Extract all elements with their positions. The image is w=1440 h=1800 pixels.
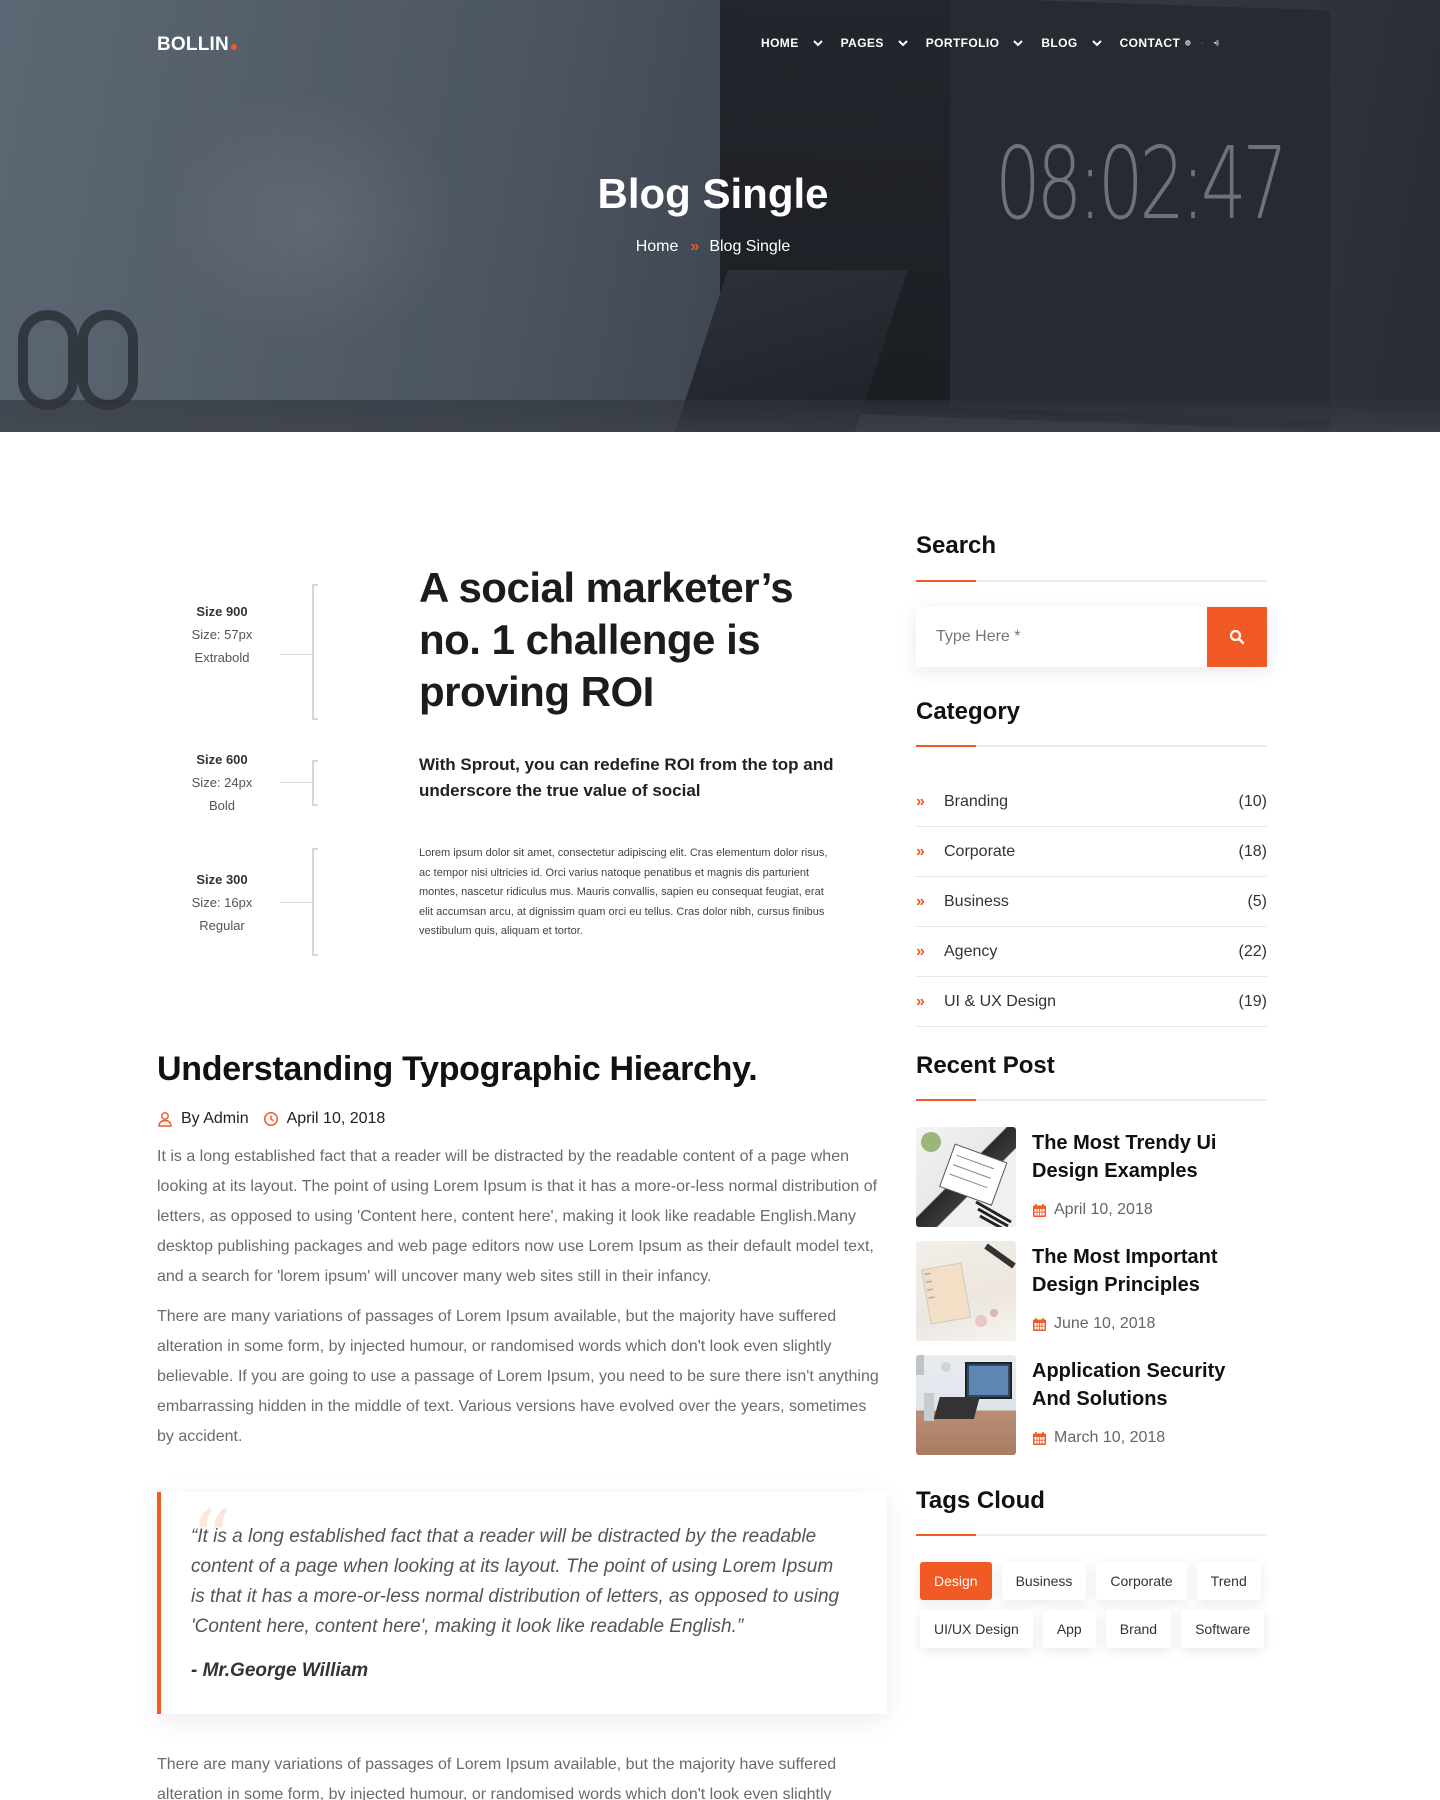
figure-subheading-sample: With Sprout, you can redefine ROI from t… (419, 755, 834, 800)
figure-heading-sample: A social marketer’s no. 1 challenge is p… (419, 564, 794, 715)
user-icon (158, 1112, 172, 1127)
recent-post-date: March 10, 2018 (1032, 1429, 1165, 1447)
page-title: Blog Single (597, 170, 829, 217)
chevron-down-icon (898, 40, 908, 47)
tag-trend[interactable]: Trend (1196, 1562, 1261, 1600)
recent-post-widget-title: Recent Post (916, 1052, 1055, 1079)
chevron-down-icon (812, 40, 823, 47)
post-meta: By Admin April 10, 2018 (157, 1110, 399, 1128)
category-widget-title: Category (916, 698, 1021, 725)
search-form (916, 607, 1267, 667)
tag-software[interactable]: Software (1181, 1610, 1265, 1648)
chevron-down-icon (1091, 40, 1102, 47)
figure-label-300: Size 300 Size: 16px Regular (191, 872, 253, 933)
widget-divider (916, 1534, 1267, 1536)
calendar-icon (1033, 1317, 1046, 1331)
recent-post-thumbnail[interactable] (916, 1241, 1016, 1341)
recent-post-item[interactable]: The Most Important Design Principles Jun… (916, 1241, 1267, 1341)
post-blockquote: “ “It is a long established fact that a … (157, 1492, 887, 1714)
top-navigation: BOLLIN HOME PAGES PORTFOLIO BLOG CONTACT (0, 0, 1440, 90)
menu-item-blog[interactable]: BLOG (1041, 36, 1103, 50)
clock-icon (263, 1111, 278, 1127)
double-chevron-right-icon: » (916, 792, 925, 810)
recent-post-title[interactable]: The Most Important Design Principles (1032, 1243, 1267, 1299)
double-chevron-right-icon: » (916, 992, 925, 1010)
site-logo[interactable]: BOLLIN (157, 34, 237, 56)
post-author[interactable]: By Admin (157, 1110, 249, 1128)
menu-item-pages[interactable]: PAGES (841, 36, 910, 50)
chevron-down-icon[interactable] (1201, 36, 1203, 50)
double-chevron-right-icon: » (916, 842, 925, 860)
quote-text: “It is a long established fact that a re… (191, 1526, 840, 1637)
post-paragraph-2: There are many variations of passages of… (157, 1308, 879, 1445)
category-list: » Branding (10) » Corporate (18) » Busin… (916, 777, 1267, 1027)
category-item-business[interactable]: » Business (5) (916, 877, 1267, 927)
tag-design[interactable]: Design (920, 1562, 992, 1600)
double-chevron-right-icon: » (690, 238, 699, 255)
search-icon (1229, 629, 1245, 645)
tag-corporate[interactable]: Corporate (1096, 1562, 1187, 1600)
search-widget-title: Search (916, 532, 997, 559)
nav-utilities (1185, 36, 1219, 50)
tags-widget-title: Tags Cloud (916, 1487, 1045, 1514)
figure-body-sample: Lorem ipsum dolor sit amet, consectetur … (419, 847, 828, 937)
tag-ui-ux-design[interactable]: UI/UX Design (920, 1610, 1033, 1648)
widget-divider (916, 1099, 1267, 1101)
figure-label-900: Size 900 Size: 57px Extrabold (191, 604, 253, 665)
figure-label-600: Size 600 Size: 24px Bold (191, 752, 253, 813)
tag-business[interactable]: Business (1001, 1562, 1087, 1600)
logo-dot (230, 44, 237, 50)
recent-post-date: April 10, 2018 (1032, 1201, 1153, 1219)
post-date: April 10, 2018 (263, 1110, 385, 1128)
recent-post-title[interactable]: The Most Trendy Ui Design Examples (1032, 1129, 1267, 1185)
category-item-branding[interactable]: » Branding (10) (916, 777, 1267, 827)
recent-post-item[interactable]: The Most Trendy Ui Design Examples April… (916, 1127, 1267, 1227)
search-button[interactable] (1207, 607, 1267, 667)
recent-post-thumbnail[interactable] (916, 1355, 1016, 1455)
hero-banner: 08:02:47 BOLLIN HOME PAGES PORTFOLIO BLO… (0, 0, 1440, 432)
menu-item-contact[interactable]: CONTACT (1120, 36, 1181, 50)
widget-divider (916, 580, 1267, 582)
post-paragraph-1: It is a long established fact that a rea… (157, 1148, 878, 1285)
breadcrumb-home-link[interactable]: Home (636, 238, 679, 255)
chevron-down-icon (1013, 40, 1024, 47)
post-paragraph-3: There are many variations of passages of… (157, 1756, 837, 1800)
category-item-agency[interactable]: » Agency (22) (916, 927, 1267, 977)
recent-post-date: June 10, 2018 (1032, 1315, 1155, 1333)
quote-author: - Mr.George William (191, 1660, 369, 1681)
globe-icon[interactable] (1185, 40, 1191, 46)
recent-post-title[interactable]: Application Security And Solutions (1032, 1357, 1267, 1413)
login-icon[interactable] (1213, 40, 1219, 46)
search-input[interactable] (916, 607, 1207, 667)
post-title: Understanding Typographic Hiearchy. (157, 1050, 758, 1088)
menu-item-home[interactable]: HOME (761, 36, 825, 50)
menu-item-portfolio[interactable]: PORTFOLIO (926, 36, 1026, 50)
tag-brand[interactable]: Brand (1105, 1610, 1172, 1648)
double-chevron-right-icon: » (916, 892, 925, 910)
calendar-icon (1033, 1203, 1046, 1217)
tag-app[interactable]: App (1042, 1610, 1096, 1648)
recent-post-thumbnail[interactable] (916, 1127, 1016, 1227)
recent-post-item[interactable]: Application Security And Solutions March… (916, 1355, 1267, 1455)
widget-divider (916, 745, 1267, 747)
breadcrumb-current: Blog Single (709, 238, 791, 255)
breadcrumb: Home » Blog Single (0, 238, 1426, 256)
category-item-corporate[interactable]: » Corporate (18) (916, 827, 1267, 877)
main-menu: HOME PAGES PORTFOLIO BLOG CONTACT (761, 36, 1196, 50)
double-chevron-right-icon: » (916, 942, 925, 960)
category-item-ui-ux-design[interactable]: » UI & UX Design (19) (916, 977, 1267, 1027)
tags-cloud: Design Business Corporate Trend UI/UX De… (916, 1562, 1267, 1648)
calendar-icon (1033, 1431, 1046, 1445)
